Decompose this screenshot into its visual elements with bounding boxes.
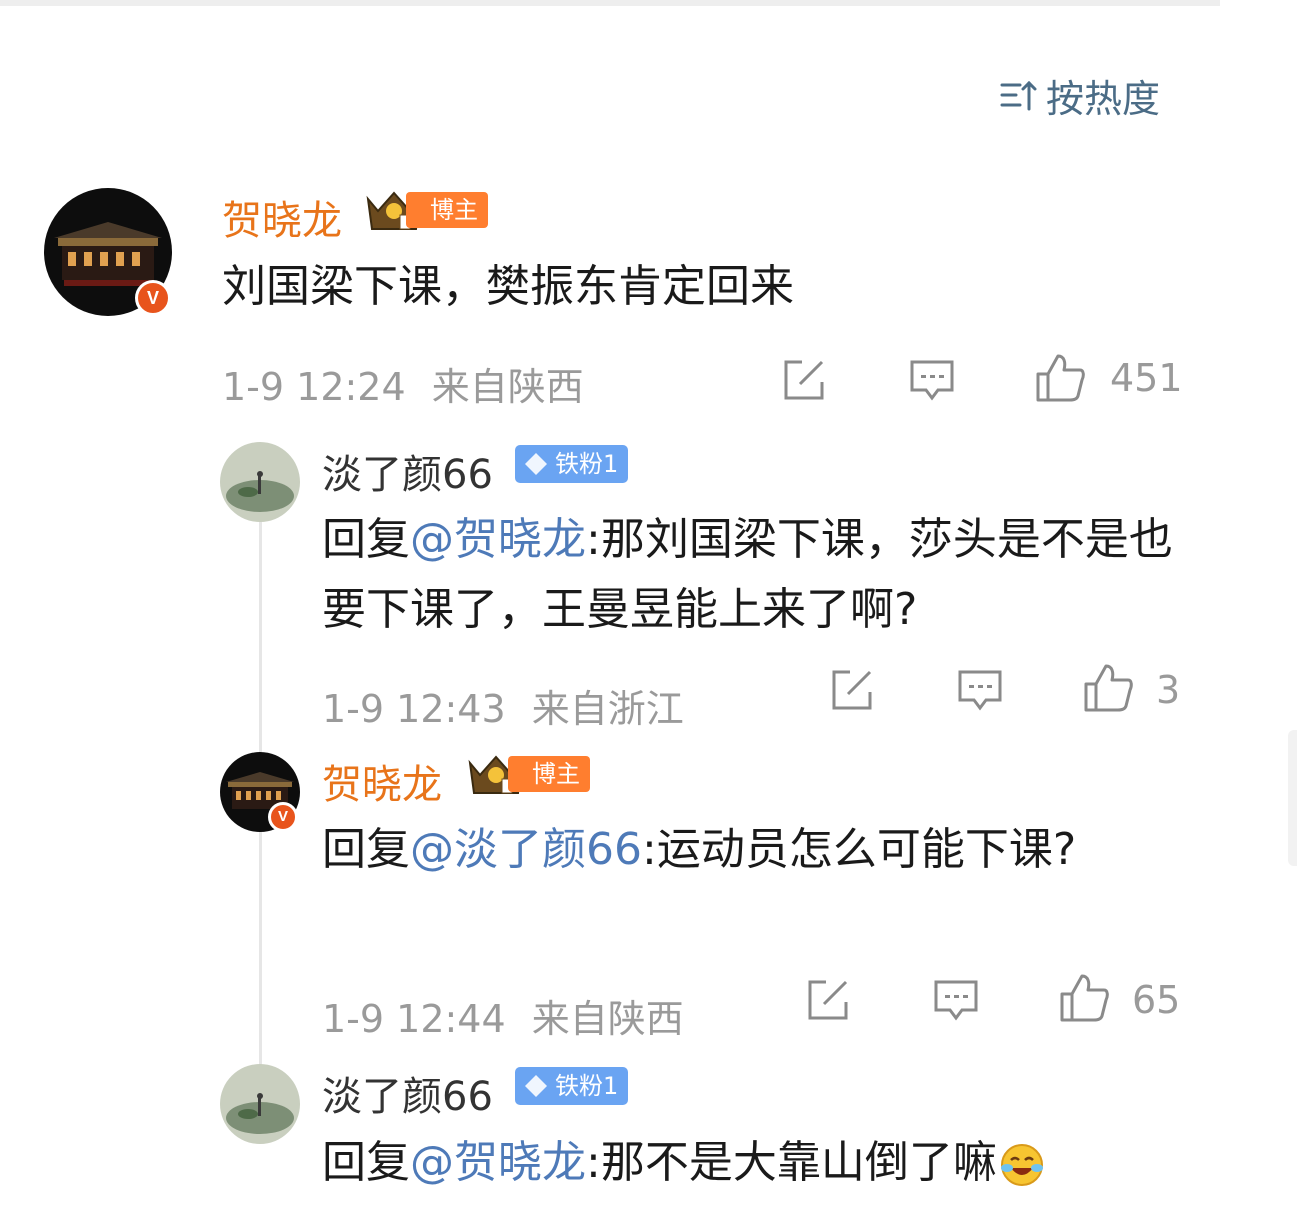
comment-time: 1-9 12:24 <box>222 365 406 409</box>
reply-text: 回复@贺晓龙:那刘国梁下课，莎头是不是也要下课了，王曼昱能上来了啊? <box>322 505 1202 645</box>
fan-tag: 铁粉1 <box>555 1072 619 1100</box>
comment-meta: 1-9 12:24 来自陕西 <box>222 356 584 411</box>
comment-time: 1-9 12:43 <box>322 687 506 731</box>
verified-icon: V <box>268 802 298 832</box>
avatar[interactable] <box>220 442 300 522</box>
share-icon[interactable] <box>828 666 876 714</box>
mention-link[interactable]: @贺晓龙 <box>410 1137 586 1188</box>
top-divider <box>0 0 1220 6</box>
commenter-name[interactable]: 贺晓龙 <box>222 188 342 246</box>
commenter-name[interactable]: 淡了颜66 <box>322 1064 493 1122</box>
reply-icon[interactable] <box>932 976 980 1024</box>
avatar[interactable] <box>220 1064 300 1144</box>
reply-icon[interactable] <box>956 666 1004 714</box>
laughing-crying-emoji <box>1000 1144 1043 1186</box>
fan-badge: 铁粉1 <box>515 1067 629 1105</box>
reply-text: 回复@贺晓龙:那不是大靠山倒了嘛 <box>322 1128 1222 1198</box>
author-badge: 博主 <box>466 754 590 794</box>
comment-meta: 1-9 12:44 来自陕西 <box>322 988 684 1043</box>
diamond-icon <box>525 1075 547 1097</box>
reply-body: :那不是大靠山倒了嘛 <box>586 1137 997 1188</box>
verified-icon: V <box>135 280 171 316</box>
commenter-name[interactable]: 贺晓龙 <box>322 752 442 810</box>
comment-text: 刘国梁下课，樊振东肯定回来 <box>222 261 794 312</box>
like-icon[interactable] <box>1058 972 1110 1024</box>
mention-link[interactable]: @淡了颜66 <box>410 824 642 875</box>
like-icon[interactable] <box>1082 662 1134 714</box>
like-icon[interactable] <box>1034 352 1086 404</box>
comment-time: 1-9 12:44 <box>322 997 506 1041</box>
commenter-name[interactable]: 淡了颜66 <box>322 442 493 500</box>
diamond-icon <box>525 453 547 475</box>
sort-by-hot-button[interactable]: 按热度 <box>998 70 1161 121</box>
comment-location: 来自陕西 <box>431 365 584 409</box>
comment-meta: 1-9 12:43 来自浙江 <box>322 678 684 733</box>
author-tag: 博主 <box>406 192 488 228</box>
like-count: 65 <box>1132 978 1181 1022</box>
side-scroll-tab[interactable] <box>1288 730 1297 866</box>
author-badge: 博主 <box>364 190 488 230</box>
like-count: 3 <box>1156 668 1181 712</box>
reply-icon[interactable] <box>908 356 956 404</box>
fan-badge: 铁粉1 <box>515 445 629 483</box>
fan-tag: 铁粉1 <box>555 450 619 478</box>
comment-location: 来自浙江 <box>531 687 684 731</box>
like-count: 451 <box>1110 356 1183 400</box>
reply-prefix: 回复 <box>322 1137 410 1188</box>
share-icon[interactable] <box>780 356 828 404</box>
reply-prefix: 回复 <box>322 824 410 875</box>
sort-label: 按热度 <box>1046 76 1161 121</box>
share-icon[interactable] <box>804 976 852 1024</box>
reply-prefix: 回复 <box>322 514 410 565</box>
reply-text: 回复@淡了颜66:运动员怎么可能下课? <box>322 815 1122 885</box>
comment-location: 来自陕西 <box>531 997 684 1041</box>
author-tag: 博主 <box>508 756 590 792</box>
sort-hot-icon <box>1000 80 1037 111</box>
reply-body: :运动员怎么可能下课? <box>642 824 1077 875</box>
mention-link[interactable]: @贺晓龙 <box>410 514 586 565</box>
